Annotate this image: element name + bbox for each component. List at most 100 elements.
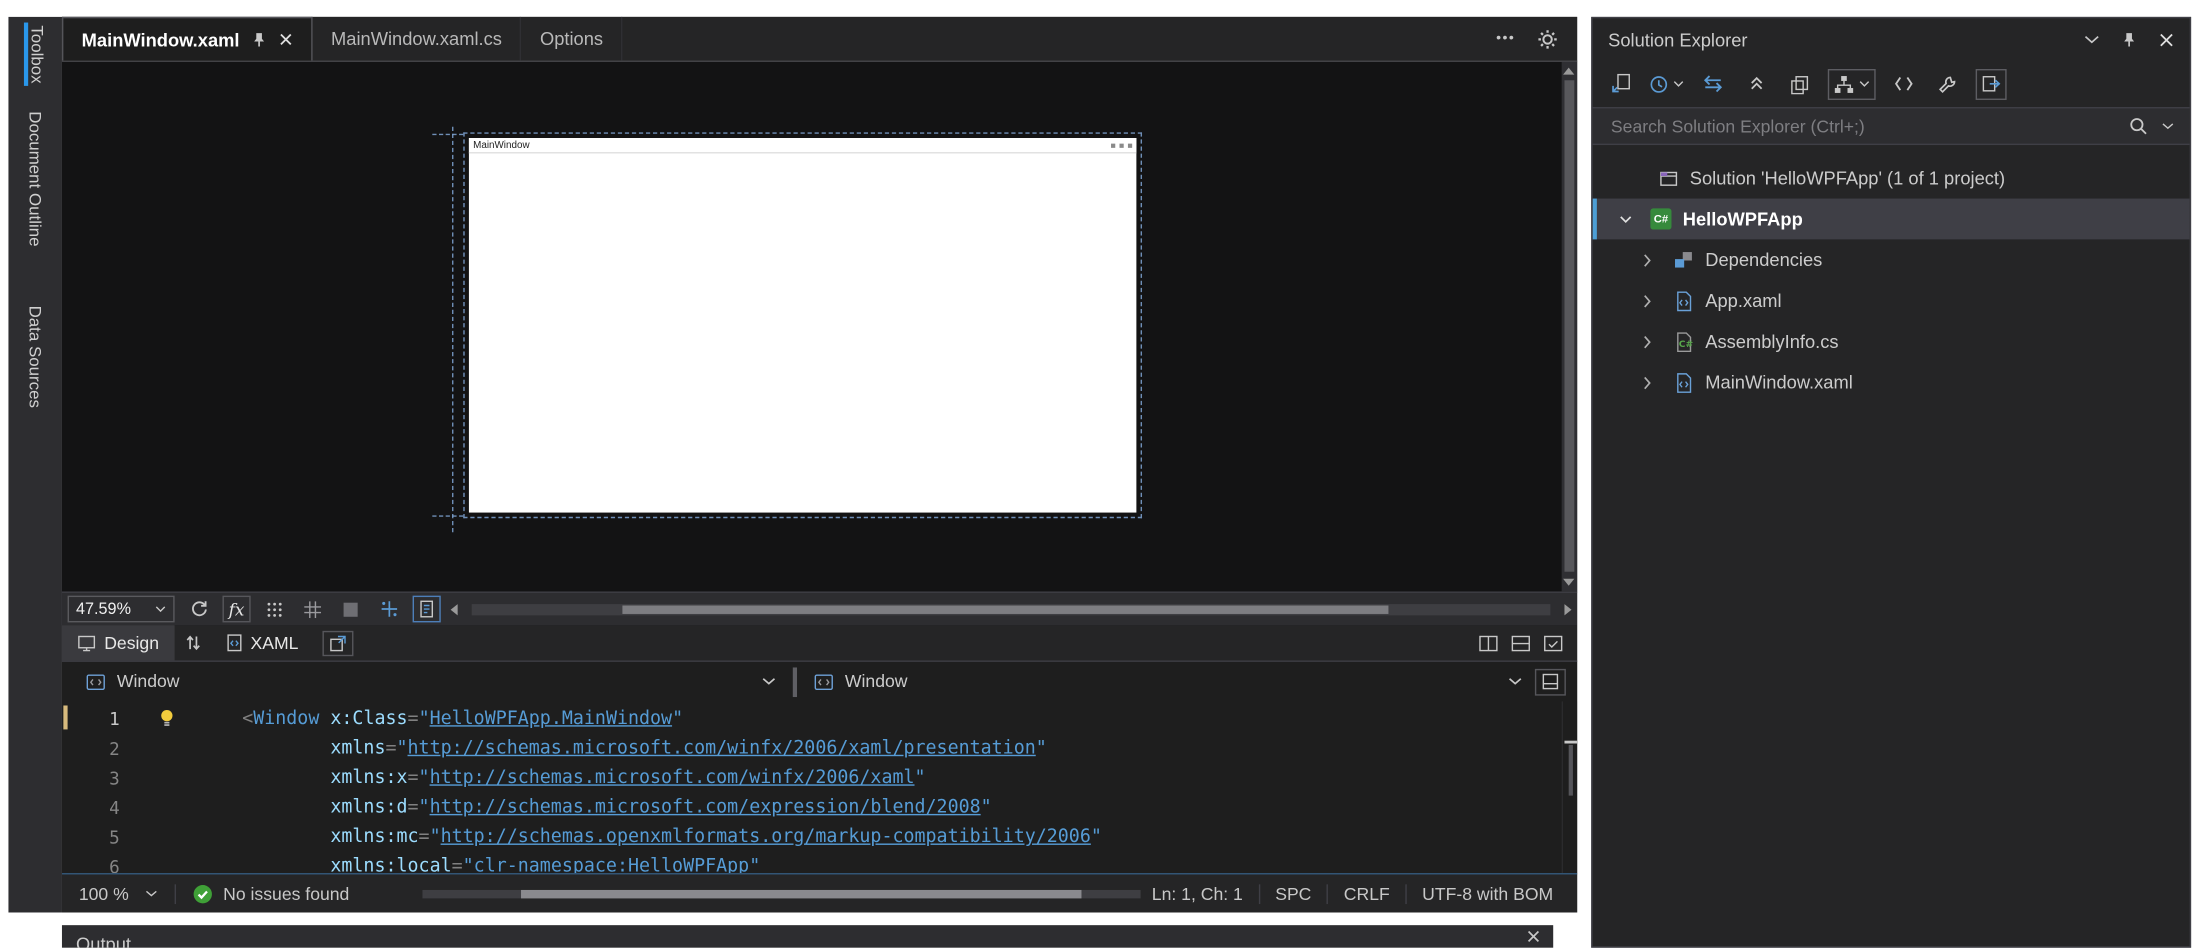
document-health-indicator[interactable]: No issues found [177,884,367,904]
design-horizontal-scrollbar[interactable] [472,603,1551,614]
line-number[interactable]: 2 [62,734,120,764]
code-line[interactable]: xmlns:d="http://schemas.microsoft.com/ex… [242,793,1577,823]
scroll-right-arrow[interactable] [1564,603,1571,614]
snap-to-snaplines-button[interactable] [375,596,403,623]
rail-tab-document-outline[interactable]: Document Outline [25,109,45,250]
pin-icon[interactable] [251,31,268,48]
chevron-right-icon[interactable] [1636,294,1659,308]
solution-explorer-titlebar[interactable]: Solution Explorer [1593,18,2190,60]
indentation-mode[interactable]: SPC [1260,884,1327,904]
tab-mainwindow-xaml[interactable]: MainWindow.xaml [62,17,313,61]
xaml-code-editor[interactable]: 123456 <Window x:Class="HelloWPFApp.Main… [62,701,1577,873]
code-line[interactable]: <Window x:Class="HelloWPFApp.MainWindow" [242,704,1577,734]
search-input[interactable] [1608,115,2115,138]
split-view-button[interactable] [1535,668,1566,695]
search-icon[interactable] [2129,117,2147,135]
right-element-combo[interactable]: Window [801,665,1535,697]
chevron-right-icon[interactable] [1636,253,1659,267]
solution-icon [1656,167,1680,190]
sync-with-active-document-button[interactable] [1697,68,1728,99]
tree-item-label: AssemblyInfo.cs [1705,331,1838,352]
code-line[interactable]: xmlns:local="clr-namespace:HelloWPFApp" [242,852,1577,873]
chevron-down-icon[interactable] [2162,123,2175,130]
close-icon[interactable] [279,32,293,46]
design-pane-tab[interactable]: Design [62,625,175,660]
tab-mainwindow-xaml-cs[interactable]: MainWindow.xaml.cs [313,17,522,61]
tree-row-solution[interactable]: Solution 'HelloWPFApp' (1 of 1 project) [1593,158,2190,199]
refresh-button[interactable] [184,596,212,623]
gear-icon[interactable] [1538,29,1558,49]
line-number[interactable]: 3 [62,763,120,793]
scrollbar-thumb[interactable] [1569,745,1573,796]
properties-button[interactable] [1932,68,1963,99]
snap-to-gridlines-button[interactable] [299,596,327,623]
show-all-files-button[interactable] [1784,68,1815,99]
effects-toggle-button[interactable]: fx [222,596,250,623]
scrollbar-thumb[interactable] [521,890,1081,898]
swap-panes-button[interactable] [175,634,212,652]
code-line[interactable]: xmlns:x="http://schemas.microsoft.com/wi… [242,763,1577,793]
left-element-combo[interactable]: Window [73,665,788,697]
preview-title: MainWindow [473,140,529,150]
design-surface[interactable]: MainWindow [62,62,1577,591]
switch-views-button[interactable] [1605,68,1636,99]
cursor-position[interactable]: Ln: 1, Ch: 1 [1136,884,1258,904]
scroll-down-arrow[interactable] [1563,579,1574,586]
line-number[interactable]: 6 [62,852,120,873]
tree-row-mainwindow-xaml[interactable]: MainWindow.xaml [1593,362,2190,403]
project-code-toggle-button[interactable] [413,596,441,623]
popout-editor-button[interactable] [322,630,353,655]
code-line[interactable]: xmlns:mc="http://schemas.openxmlformats.… [242,822,1577,852]
pin-icon[interactable] [2121,31,2138,48]
pane-splitter-handle[interactable] [793,667,797,697]
editor-zoom-combo[interactable]: 100 % [62,874,175,912]
solution-explorer-title: Solution Explorer [1608,29,1747,50]
preview-selected-items-button[interactable] [1976,68,2007,99]
editor-vertical-scrollbar[interactable] [1562,701,1577,873]
scroll-left-arrow[interactable] [451,603,458,614]
scrollbar-thumb[interactable] [1564,80,1574,571]
tree-row-assemblyinfo-cs[interactable]: C# AssemblyInfo.cs [1593,321,2190,362]
show-snap-grid-button[interactable] [261,596,289,623]
line-ending-mode[interactable]: CRLF [1328,884,1405,904]
chevron-down-icon [1508,677,1522,685]
wpf-window-preview[interactable]: MainWindow [469,138,1136,513]
file-nesting-button[interactable] [1828,68,1876,99]
close-icon[interactable] [2159,32,2174,47]
scroll-up-arrow[interactable] [1563,68,1574,75]
chevron-right-icon[interactable] [1636,375,1659,389]
collapse-pane-button[interactable] [1543,634,1563,651]
collapse-all-button[interactable] [1740,68,1771,99]
view-code-button[interactable] [1888,68,1919,99]
scrollbar-thumb[interactable] [623,605,1389,613]
tree-row-app-xaml[interactable]: App.xaml [1593,280,2190,321]
tree-row-dependencies[interactable]: Dependencies [1593,239,2190,280]
line-number[interactable]: 1 [62,704,120,734]
tree-row-project[interactable]: C# HelloWPFApp [1593,199,2190,240]
horizontal-split-button[interactable] [1511,634,1531,651]
tab-options[interactable]: Options [522,17,623,61]
caret-line-margin-indicator [63,705,67,729]
rail-tab-toolbox[interactable]: Toolbox [23,23,47,87]
rail-tab-data-sources[interactable]: Data Sources [25,303,45,411]
code-line[interactable]: xmlns="http://schemas.microsoft.com/winf… [242,734,1577,764]
code-lines[interactable]: <Window x:Class="HelloWPFApp.MainWindow"… [203,701,1577,873]
line-number[interactable]: 5 [62,822,120,852]
pending-changes-filter-button[interactable] [1649,68,1684,99]
close-icon[interactable] [1526,929,1540,943]
align-crosshair-icon [379,600,397,618]
chevron-down-icon[interactable] [1614,215,1637,223]
xaml-pane-tab[interactable]: XAML [211,625,314,660]
vertical-split-button[interactable] [1479,634,1499,651]
tab-overflow-button[interactable]: ••• [1496,31,1515,46]
snapping-disabled-button[interactable] [337,596,365,623]
line-number[interactable]: 4 [62,793,120,823]
encoding-indicator[interactable]: UTF-8 with BOM [1407,884,1569,904]
design-vertical-scrollbar[interactable] [1562,62,1577,591]
lightbulb-icon[interactable] [158,708,176,728]
editor-horizontal-scrollbar[interactable] [422,890,1140,898]
chevron-down-icon[interactable] [2084,35,2099,43]
solution-search-box[interactable] [1593,107,2190,145]
chevron-right-icon[interactable] [1636,334,1659,348]
designer-zoom-combo[interactable]: 47.59% [68,596,175,623]
